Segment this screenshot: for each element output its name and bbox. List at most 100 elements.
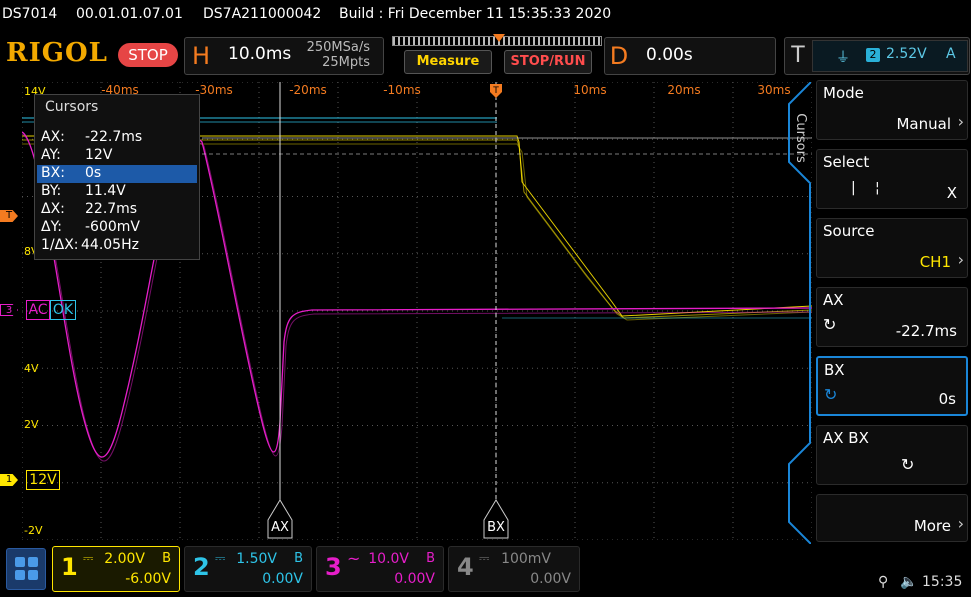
grid-icon — [15, 557, 25, 567]
cursor-readout-row: 1/ΔX: 44.05Hz — [41, 237, 139, 253]
menu-more[interactable]: More › — [816, 494, 968, 542]
usb-icon: ⚲ — [878, 574, 889, 590]
channel-1-scale: 2.00V — [104, 551, 145, 567]
cursor-readout-row-selected: BX: 0s — [37, 165, 197, 183]
channel-1-offset: -6.00V — [125, 571, 171, 587]
cursors-panel-title: Cursors — [45, 99, 99, 115]
channel-3-number: 3 — [325, 553, 342, 581]
volt-label: 2V — [24, 418, 39, 431]
menu-ax-bx[interactable]: AX BX ↻ — [816, 425, 968, 485]
menu-ax-label: AX — [823, 291, 844, 309]
menu-more-label: More — [913, 517, 951, 535]
menu-source[interactable]: Source CH1 › — [816, 218, 968, 278]
stop-run-button[interactable]: STOP/RUN — [504, 50, 592, 74]
chevron-right-icon: › — [957, 514, 964, 533]
volt-label: 4V — [24, 362, 39, 375]
info-bar: DS7014 00.01.01.07.01 DS7A211000042 Buil… — [0, 0, 971, 32]
build-info: Build : Fri December 11 15:35:33 2020 — [339, 6, 612, 22]
channel-2-number: 2 — [193, 553, 210, 581]
measure-button[interactable]: Measure — [404, 50, 492, 74]
channel-4-offset: 0.00V — [530, 571, 571, 587]
trigger-source-badge: 2 — [866, 48, 880, 62]
rotate-knob-icon: ↻ — [901, 455, 915, 474]
ac-coupling-icon: ~ — [347, 549, 361, 568]
speaker-icon[interactable]: 🔈 — [900, 574, 917, 590]
cursor-readout-row: AY: 12V — [41, 147, 113, 163]
menu-ax-value: -22.7ms — [895, 322, 957, 340]
model-name: DS7014 — [2, 6, 58, 22]
app-menu-button[interactable] — [6, 548, 46, 590]
menu-select-label: Select — [823, 153, 870, 171]
channel-4-number: 4 — [457, 553, 474, 581]
channel-1-bw: B — [162, 551, 171, 566]
rotate-knob-icon: ↻ — [823, 315, 837, 334]
grid-icon — [15, 570, 25, 580]
rotate-knob-icon: ↻ — [824, 385, 838, 404]
trigger-letter: T — [791, 43, 805, 68]
grid-icon — [28, 570, 38, 580]
menu-tab[interactable]: Cursors — [781, 82, 811, 544]
cursor-b-label: BX — [487, 520, 505, 535]
channel-3-box[interactable]: 3 ~ 10.0V B 0.00V — [316, 546, 444, 592]
ch3-offset-marker[interactable]: 3 — [0, 304, 18, 316]
delay-letter: D — [609, 42, 629, 70]
channel-3-bw: B — [426, 551, 435, 566]
menu-source-value: CH1 — [919, 253, 951, 271]
clock-time: 15:35 — [922, 574, 963, 590]
channel-2-box[interactable]: 2 ⎓ 1.50V B 0.00V — [184, 546, 312, 592]
dc-coupling-icon: ⎓ — [83, 551, 94, 566]
cursor-readout-row: BY: 11.4V — [41, 183, 126, 199]
horizontal-letter: H — [191, 42, 211, 70]
delay-value: 0.00s — [646, 45, 693, 65]
ch2-status-badge: OK — [50, 300, 76, 320]
menu-mode[interactable]: Mode Manual › — [816, 80, 968, 140]
channel-4-scale: 100mV — [501, 551, 551, 567]
time-label: -20ms — [289, 83, 327, 97]
rigol-logo: RIGOL — [6, 38, 108, 68]
menu-source-label: Source — [823, 222, 875, 240]
cursor-a-select-icon: | — [851, 180, 856, 196]
channel-3-offset: 0.00V — [394, 571, 435, 587]
dc-coupling-icon: ⎓ — [479, 551, 490, 566]
run-state-badge[interactable]: STOP — [118, 43, 178, 67]
time-label: 20ms — [667, 83, 700, 97]
menu-tab-label: Cursors — [793, 113, 808, 163]
channel-3-scale: 10.0V — [368, 551, 409, 567]
timebase-value: 10.0ms — [228, 44, 292, 64]
trigger-slope-icon: ⏚ — [836, 50, 850, 66]
trigger-time-marker-label: T — [492, 86, 499, 96]
trigger-position-marker — [493, 34, 505, 42]
cursors-readout-panel[interactable]: Cursors AX: -22.7ms AY: 12V BX: 0s BY: 11.4V… — [34, 94, 200, 260]
volt-label: -2V — [24, 524, 43, 537]
menu-bx-value: 0s — [938, 390, 956, 408]
time-label: -30ms — [195, 83, 233, 97]
dc-coupling-icon: ⎓ — [215, 551, 226, 566]
cursor-readout-row: ΔY: -600mV — [41, 219, 140, 235]
sample-rate: 250MSa/s — [306, 40, 370, 55]
menu-select-value: X — [946, 184, 957, 202]
memory-depth: 25Mpts — [322, 55, 370, 70]
serial-number: DS7A211000042 — [203, 6, 322, 22]
cursor-readout-row: ΔX: 22.7ms — [41, 201, 138, 217]
cursor-b-select-icon: ¦ — [875, 180, 880, 196]
time-label: -10ms — [383, 83, 421, 97]
ch1-offset-marker[interactable]: 1 — [0, 474, 18, 486]
channel-1-number: 1 — [61, 553, 78, 581]
cursor-readout-row: AX: -22.7ms — [41, 129, 143, 145]
menu-select[interactable]: Select | ¦ X — [816, 149, 968, 209]
trigger-level-marker[interactable]: T — [0, 210, 18, 222]
time-label: 10ms — [573, 83, 606, 97]
menu-ax[interactable]: AX ↻ -22.7ms — [816, 287, 968, 347]
trigger-level: 2.52V — [886, 46, 927, 62]
menu-ax-bx-label: AX BX — [823, 429, 869, 447]
chevron-right-icon: › — [957, 112, 964, 131]
trigger-mode: A — [946, 46, 956, 62]
channel-2-offset: 0.00V — [262, 571, 303, 587]
channel-4-box[interactable]: 4 ⎓ 100mV 0.00V — [448, 546, 580, 592]
menu-mode-label: Mode — [823, 84, 864, 102]
channel-1-box[interactable]: 1 ⎓ 2.00V B -6.00V — [52, 546, 180, 592]
menu-bx-label: BX — [824, 361, 845, 379]
menu-mode-value: Manual — [896, 115, 951, 133]
cursor-a-label: AX — [271, 520, 289, 535]
menu-bx[interactable]: BX ↻ 0s — [816, 356, 968, 416]
